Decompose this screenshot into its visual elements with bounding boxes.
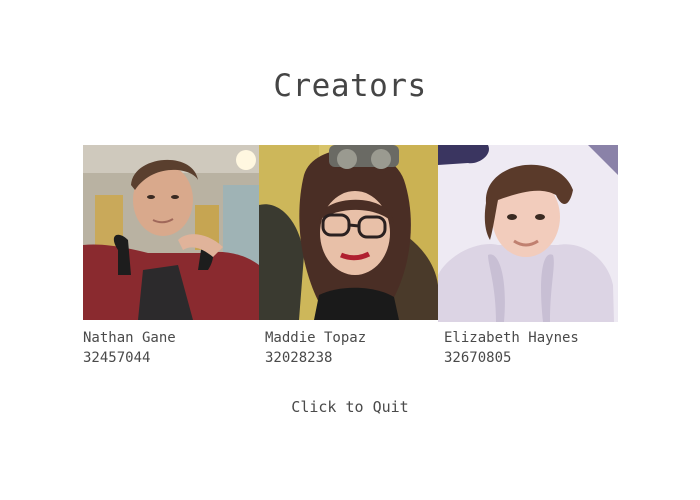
creator-id-2: 32028238 <box>265 350 333 366</box>
quit-button[interactable]: Click to Quit <box>0 398 700 416</box>
creator-name-1: Nathan Gane <box>83 330 176 346</box>
screen-title: Creators <box>273 68 427 104</box>
creator-name-2: Maddie Topaz <box>265 330 367 346</box>
creator-photo-1 <box>83 145 259 320</box>
creator-photo-3 <box>438 145 618 322</box>
creator-id-1: 32457044 <box>83 350 151 366</box>
creator-photo-2 <box>259 145 438 320</box>
creator-name-3: Elizabeth Haynes <box>444 330 579 346</box>
creator-id-3: 32670805 <box>444 350 512 366</box>
